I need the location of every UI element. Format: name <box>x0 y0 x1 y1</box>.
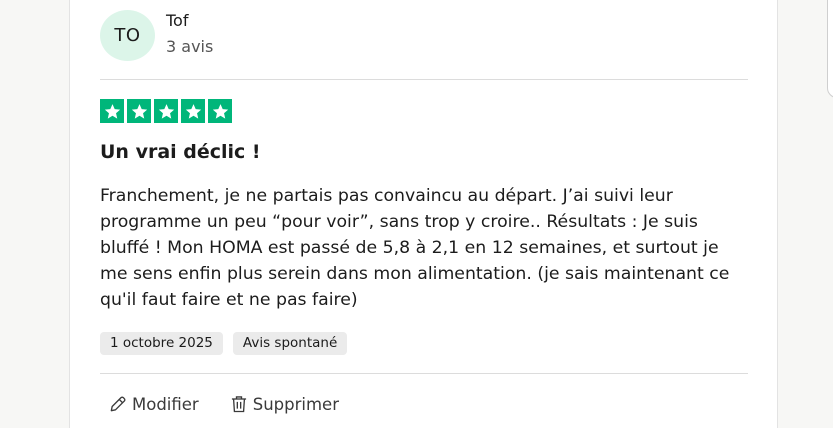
edit-button[interactable]: Modifier <box>108 394 199 414</box>
scrollbar[interactable] <box>827 0 833 98</box>
star-rating <box>100 99 232 123</box>
author-review-count: 3 avis <box>166 37 214 56</box>
delete-button[interactable]: Supprimer <box>229 394 339 414</box>
trash-icon <box>231 396 246 413</box>
star-icon <box>181 99 205 123</box>
delete-label: Supprimer <box>252 394 339 414</box>
star-icon <box>100 99 124 123</box>
star-icon <box>208 99 232 123</box>
divider <box>100 373 748 374</box>
review-type-badge: Avis spontané <box>232 332 348 355</box>
avatar-initials: TO <box>114 25 141 46</box>
divider <box>100 79 748 80</box>
review-tags: 1 octobre 2025 Avis spontané <box>100 332 348 355</box>
star-icon <box>127 99 151 123</box>
star-icon <box>154 99 178 123</box>
edit-label: Modifier <box>132 394 199 414</box>
author-name[interactable]: Tof <box>166 11 188 30</box>
review-body: Franchement, je ne partais pas convaincu… <box>100 186 730 310</box>
review-title: Un vrai déclic ! <box>100 141 261 163</box>
review-actions: Modifier Supprimer <box>108 394 339 414</box>
pencil-icon <box>110 396 126 412</box>
review-date-badge: 1 octobre 2025 <box>100 332 223 355</box>
avatar: TO <box>100 10 155 61</box>
